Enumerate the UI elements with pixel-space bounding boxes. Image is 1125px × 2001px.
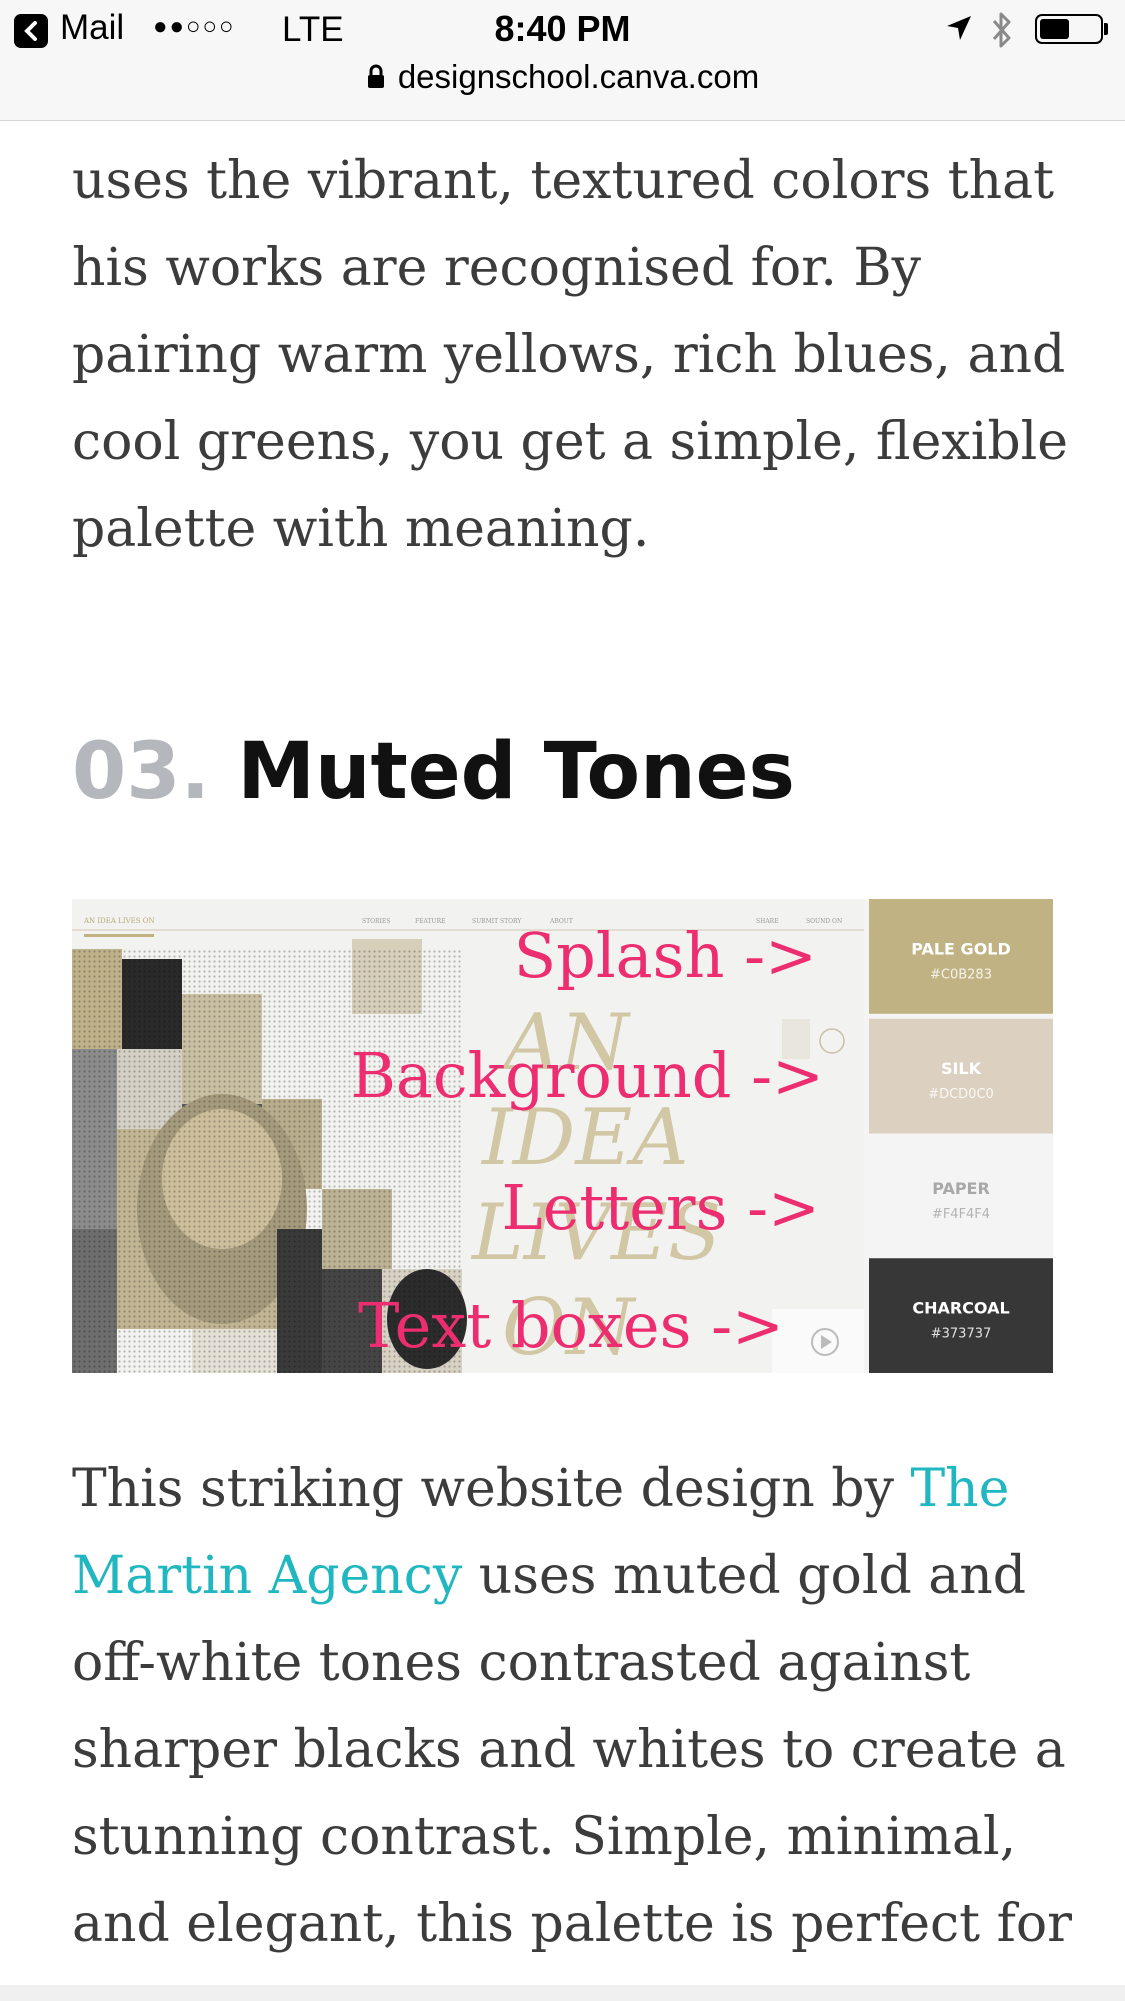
color-swatches: PALE GOLD #C0B283 SILK #DCD0C0 PAPER #F4F4F4 C… [869, 899, 1053, 1373]
address-bar[interactable]: designschool.canva.com [0, 58, 1125, 108]
location-arrow-icon [947, 16, 971, 40]
swatch-hex: #F4F4F4 [932, 1207, 990, 1222]
swatch-name: PAPER [932, 1179, 990, 1198]
swatch-hex: #373737 [931, 1327, 992, 1342]
swatch-hex: #C0B283 [930, 967, 992, 982]
annotation-letters: Letters -> [502, 1171, 820, 1244]
site-nav-item: STORIES [362, 918, 390, 925]
site-logo: AN IDEA LIVES ON [83, 917, 155, 925]
palette-figure: AN IDEA LIVES ON STORIES FEATURE SUBMIT … [72, 899, 1053, 1373]
section-number: 03. [72, 727, 211, 817]
battery-indicator [1035, 14, 1103, 44]
paragraph-above: uses the vibrant, textured colors that h… [72, 151, 1069, 559]
section-heading: 03. Muted Tones [72, 722, 795, 822]
annotation-splash: Splash -> [514, 919, 817, 992]
swatch-name: PALE GOLD [911, 939, 1011, 958]
swatch-name: SILK [941, 1059, 982, 1078]
annotation-background: Background -> [350, 1039, 824, 1112]
battery-tip [1104, 23, 1108, 35]
bluetooth-icon [992, 12, 1011, 48]
battery-level [1040, 19, 1069, 39]
url-text[interactable]: designschool.canva.com [398, 58, 759, 96]
bottom-edge [0, 1985, 1125, 2001]
paragraph-text: This striking website design by [72, 1459, 911, 1519]
paragraph-text: uses muted gold and off-white tones cont… [72, 1546, 1072, 1954]
swatch-hex: #DCD0C0 [928, 1087, 994, 1102]
section-title: Muted Tones [237, 727, 795, 817]
annotation-text-boxes: Text boxes -> [358, 1289, 784, 1362]
status-bar: Mail ●●○○○ LTE 8:40 PM designschool.canv… [0, 0, 1125, 121]
paragraph-below: This striking website design by The Mart… [72, 1446, 1072, 1968]
palette-figure-svg: AN IDEA LIVES ON STORIES FEATURE SUBMIT … [72, 899, 1053, 1373]
swatch-name: CHARCOAL [912, 1299, 1009, 1318]
lock-icon [367, 64, 384, 88]
site-nav-item: FEATURE [415, 918, 446, 925]
